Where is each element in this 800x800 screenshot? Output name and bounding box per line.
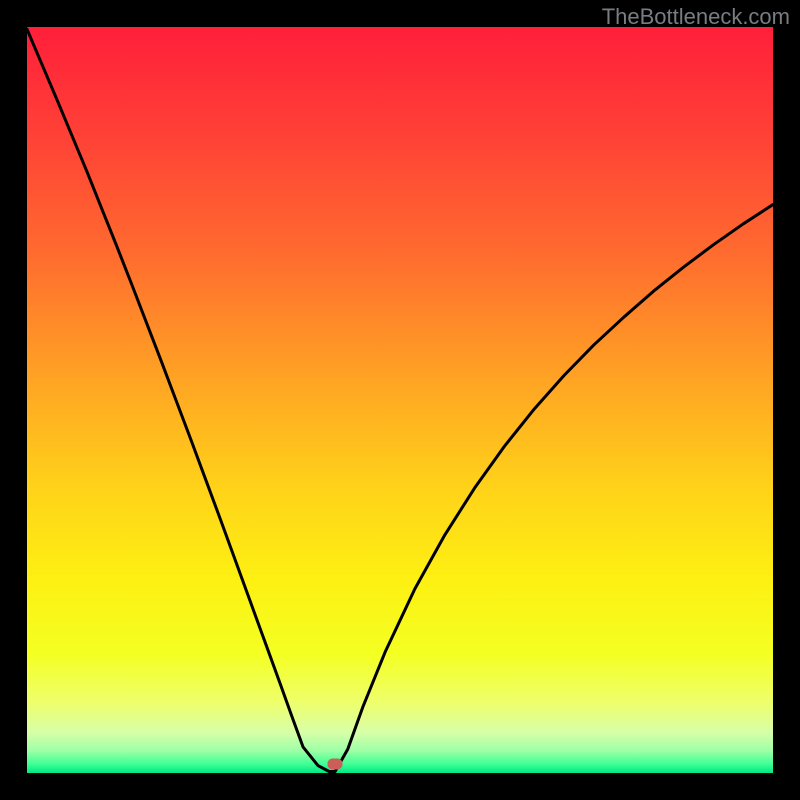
chart-svg (27, 27, 773, 773)
gradient-background (27, 27, 773, 773)
watermark-text: TheBottleneck.com (602, 4, 790, 30)
plot-area (27, 27, 773, 773)
optimal-point-marker (328, 759, 343, 770)
chart-frame: TheBottleneck.com (0, 0, 800, 800)
